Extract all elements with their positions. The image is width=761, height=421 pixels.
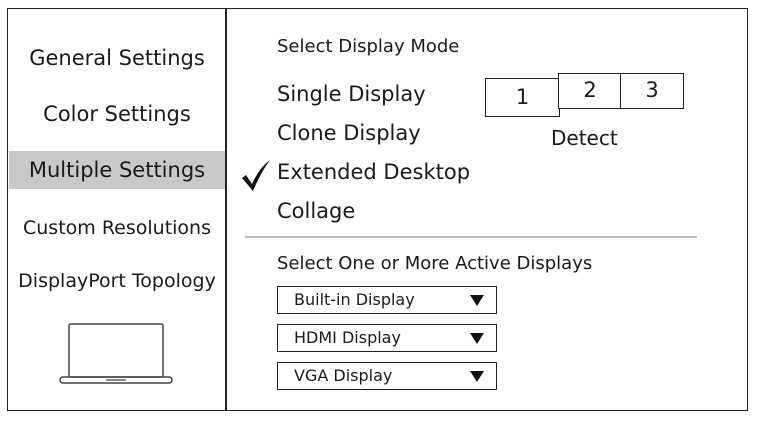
- detect-button[interactable]: Detect: [551, 126, 618, 150]
- active-displays-heading: Select One or More Active Displays: [277, 253, 593, 274]
- mode-clone-display[interactable]: Clone Display: [277, 121, 421, 145]
- display-box-2[interactable]: 2: [558, 73, 622, 109]
- dropdown-arrow-icon[interactable]: [470, 371, 484, 382]
- sidebar-divider: [225, 8, 227, 411]
- display-dropdown-hdmi[interactable]: HDMI Display: [277, 324, 497, 352]
- dropdown-value: HDMI Display: [294, 328, 401, 347]
- display-dropdown-vga[interactable]: VGA Display: [277, 362, 497, 390]
- sidebar-item-general-settings[interactable]: General Settings: [9, 43, 225, 73]
- mode-collage[interactable]: Collage: [277, 199, 355, 223]
- laptop-icon: [59, 323, 173, 384]
- display-dropdown-built-in[interactable]: Built-in Display: [277, 286, 497, 314]
- mode-extended-desktop[interactable]: Extended Desktop: [277, 160, 470, 184]
- display-box-3[interactable]: 3: [620, 73, 684, 109]
- display-box-1[interactable]: 1: [485, 78, 560, 117]
- dropdown-value: VGA Display: [294, 366, 393, 385]
- dropdown-arrow-icon[interactable]: [470, 295, 484, 306]
- sidebar-item-custom-resolutions[interactable]: Custom Resolutions: [9, 214, 225, 242]
- display-mode-heading: Select Display Mode: [277, 36, 460, 57]
- section-separator: [245, 236, 697, 238]
- dropdown-value: Built-in Display: [294, 290, 415, 309]
- sidebar-item-displayport-topology[interactable]: DisplayPort Topology: [9, 267, 225, 295]
- checkmark-icon: [242, 160, 270, 191]
- mode-single-display[interactable]: Single Display: [277, 82, 426, 106]
- dropdown-arrow-icon[interactable]: [470, 333, 484, 344]
- sidebar-item-multiple-settings[interactable]: Multiple Settings: [9, 151, 225, 189]
- sidebar-item-color-settings[interactable]: Color Settings: [9, 99, 225, 129]
